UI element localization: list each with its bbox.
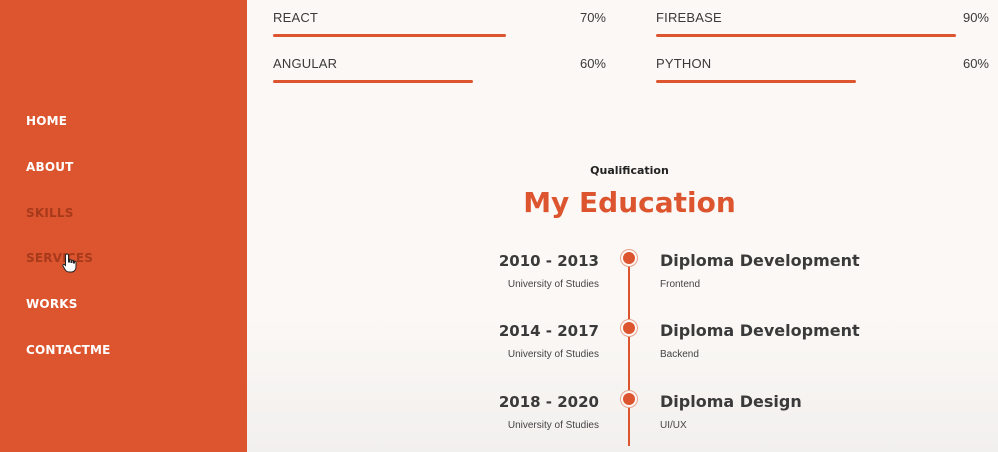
education-field: Frontend (660, 279, 701, 290)
skill-name: REACT (273, 10, 319, 25)
skill-name: ANGULAR (273, 56, 338, 71)
skill-name: FIREBASE (656, 10, 722, 25)
education-school: University of Studies (507, 420, 599, 431)
nav-item-works[interactable]: WORKS (26, 297, 78, 311)
education-field: Backend (660, 349, 699, 360)
skill-percent: 60% (962, 56, 989, 71)
skill-percent: 90% (962, 10, 989, 25)
nav-item-skills[interactable]: SKILLS (26, 206, 74, 220)
nav-item-home[interactable]: HOME (26, 114, 67, 128)
education-years: 2014 - 2017 (498, 322, 599, 340)
main-content: REACT 70% FIREBASE 90% ANGULAR 60% PYTHO… (247, 0, 998, 452)
section-title: My Education (523, 186, 736, 219)
education-years: 2010 - 2013 (498, 252, 599, 270)
skill-bar (656, 80, 856, 83)
timeline-dot (623, 393, 635, 405)
education-degree: Diploma Design (660, 392, 802, 411)
sidebar: HOME ABOUT SKILLS SERVICES WORKS CONTACT… (0, 0, 247, 452)
education-school: University of Studies (507, 349, 599, 360)
skill-bar (273, 34, 507, 37)
education-years: 2018 - 2020 (498, 393, 599, 411)
skill-percent: 70% (579, 10, 606, 25)
nav-item-about[interactable]: ABOUT (26, 160, 74, 174)
skill-name: PYTHON (656, 56, 712, 71)
skill-bar (656, 34, 956, 37)
nav-item-services[interactable]: SERVICES (26, 251, 93, 265)
hand-cursor-icon (62, 253, 77, 273)
section-subtitle: Qualification (590, 164, 669, 177)
timeline-dot (623, 252, 635, 264)
timeline-dot (623, 322, 635, 334)
education-degree: Diploma Development (660, 321, 860, 340)
skill-bar (273, 80, 473, 83)
education-school: University of Studies (507, 279, 599, 290)
education-field: UI/UX (660, 420, 687, 431)
skill-percent: 60% (579, 56, 606, 71)
education-degree: Diploma Development (660, 251, 860, 270)
nav-item-contactme[interactable]: CONTACTME (26, 343, 111, 357)
timeline-line (628, 258, 630, 446)
